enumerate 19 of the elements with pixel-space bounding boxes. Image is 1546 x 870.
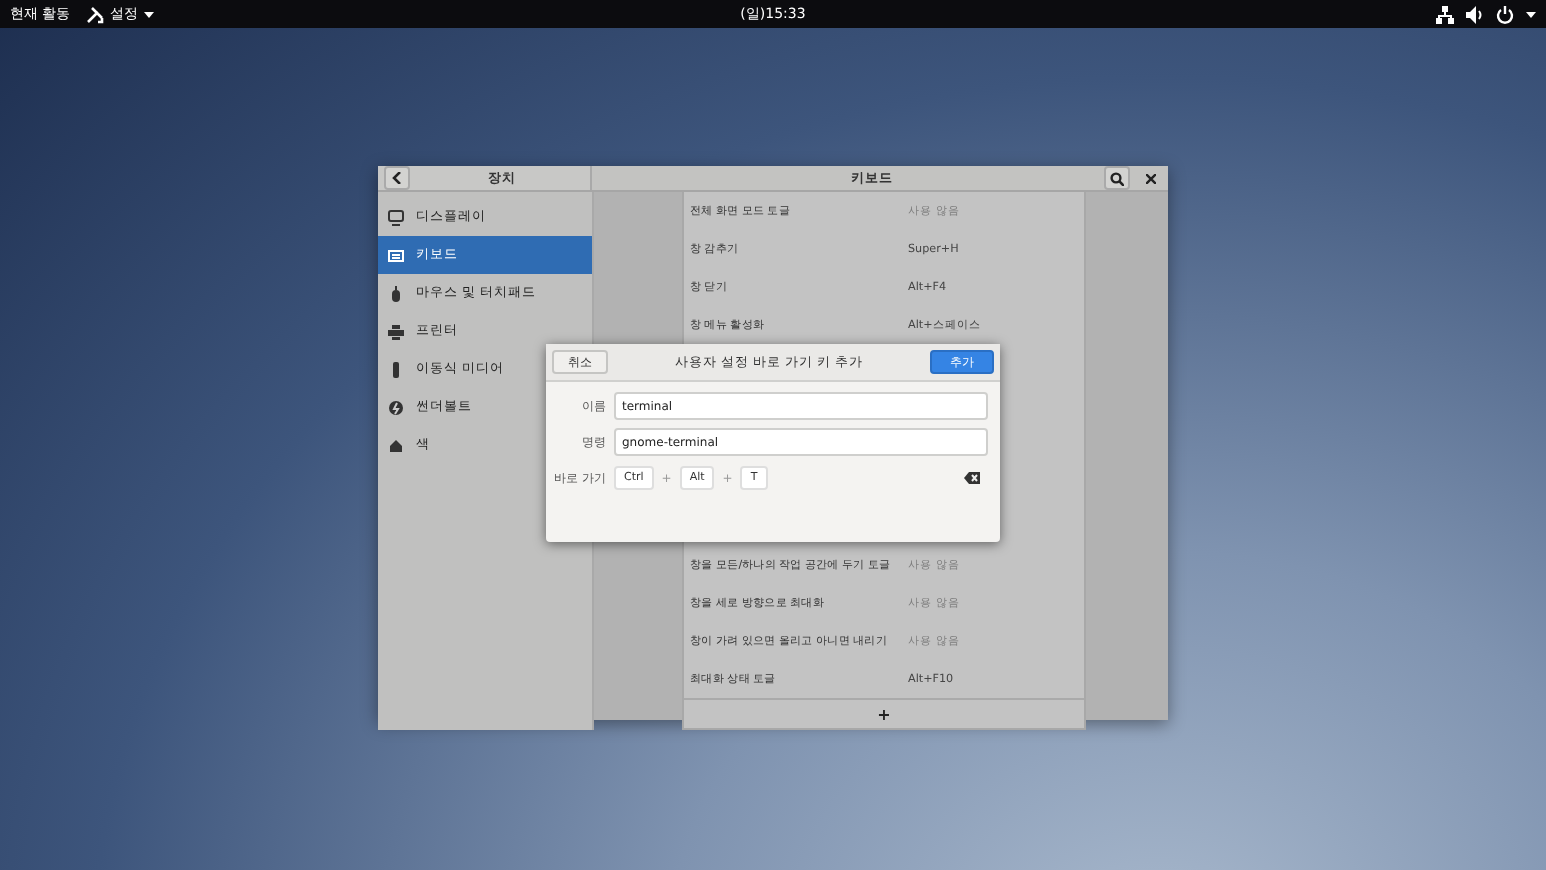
device-icon (388, 437, 404, 453)
device-icon (388, 285, 404, 301)
caret-icon (144, 11, 155, 17)
speaker-icon (1465, 5, 1484, 23)
search-button[interactable] (1104, 166, 1130, 190)
caret-icon (1525, 11, 1536, 17)
device-icon (388, 247, 404, 263)
device-icon (388, 209, 404, 225)
device-icon (388, 361, 404, 377)
back-button[interactable] (384, 166, 410, 190)
chevron-left-icon (392, 172, 402, 184)
backspace-icon (964, 472, 980, 484)
close-icon (1145, 173, 1155, 183)
search-icon (1110, 171, 1124, 185)
tools-icon (86, 5, 105, 23)
network-icon (1435, 5, 1454, 23)
device-icon (388, 399, 404, 415)
device-icon (388, 323, 404, 339)
power-icon (1495, 5, 1514, 23)
